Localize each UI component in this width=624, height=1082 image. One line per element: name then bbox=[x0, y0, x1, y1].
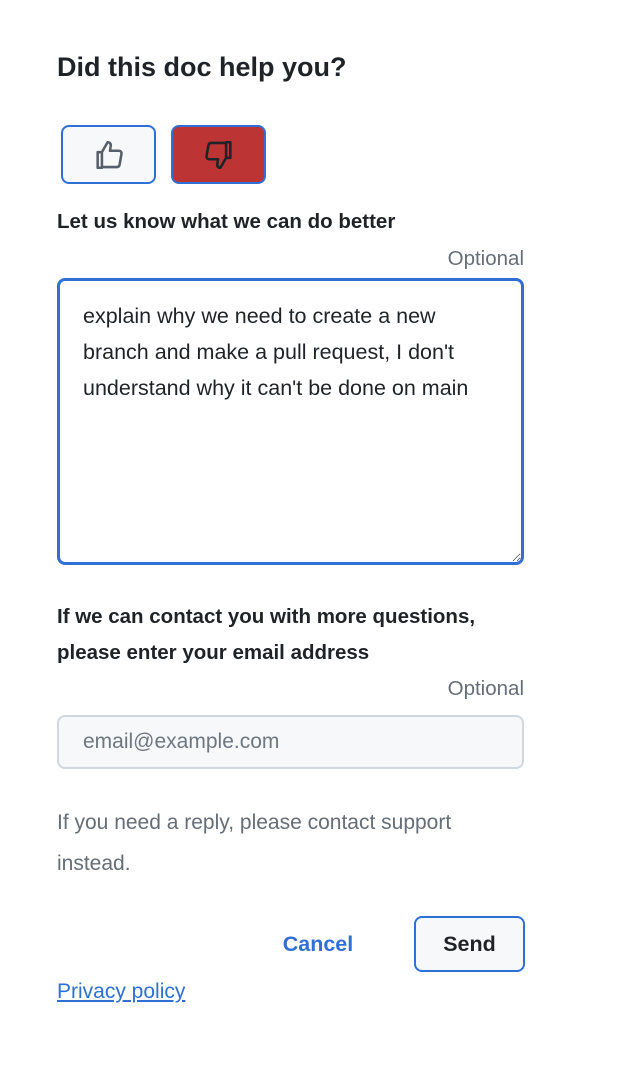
thumbs-up-icon bbox=[95, 140, 123, 169]
feedback-textarea[interactable]: explain why we need to create a new bran… bbox=[57, 278, 524, 565]
thumbs-down-icon bbox=[204, 140, 232, 169]
form-title: Did this doc help you? bbox=[57, 52, 347, 82]
thumbs-down-button[interactable] bbox=[171, 125, 266, 184]
feedback-label: Let us know what we can do better bbox=[57, 210, 396, 233]
send-button[interactable]: Send bbox=[414, 916, 525, 972]
help-text: If you need a reply, please contact supp… bbox=[57, 811, 452, 875]
feedback-optional-hint: Optional bbox=[447, 247, 524, 270]
cancel-button[interactable]: Cancel bbox=[270, 917, 366, 971]
email-label: If we can contact you with more question… bbox=[57, 605, 476, 664]
thumbs-up-button[interactable] bbox=[61, 125, 156, 184]
email-input[interactable] bbox=[57, 715, 524, 769]
email-optional-hint: Optional bbox=[447, 677, 524, 700]
privacy-policy-link[interactable]: Privacy policy bbox=[57, 980, 185, 1004]
